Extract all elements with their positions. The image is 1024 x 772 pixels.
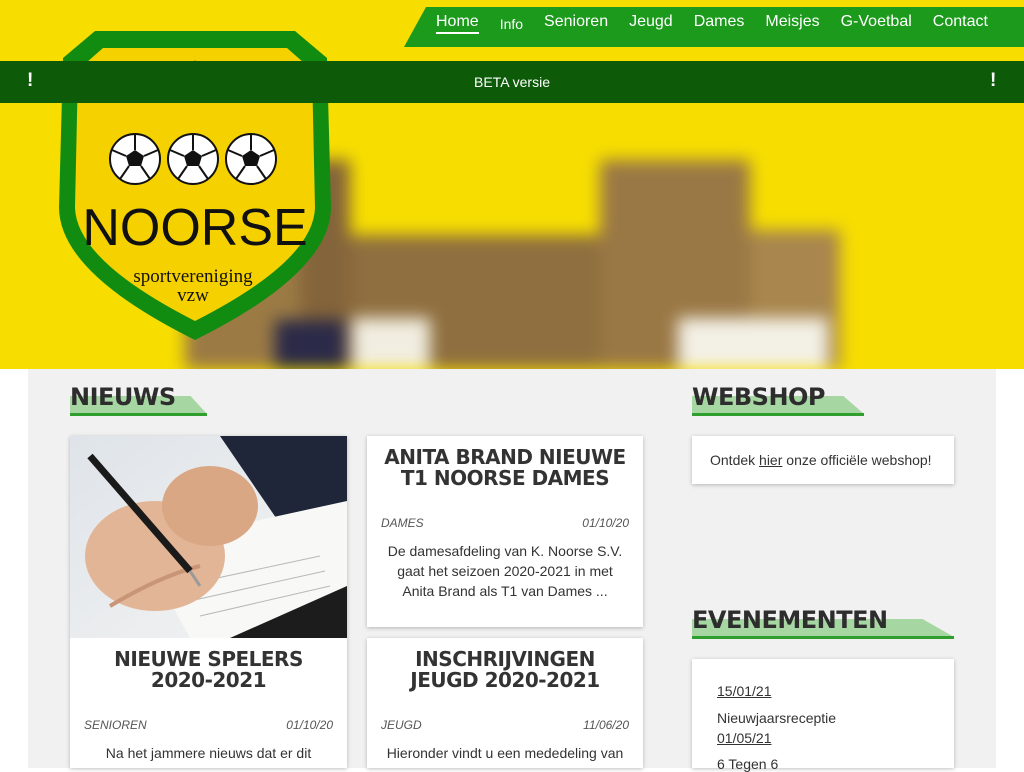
news-section-title: NIEUWS: [70, 383, 176, 411]
main-navigation: Home Info Senioren Jeugd Dames Meisjes G…: [404, 7, 1024, 47]
section-title-underline: [70, 413, 207, 416]
news-category: JEUGD: [381, 718, 422, 732]
news-category: SENIOREN: [84, 718, 147, 732]
news-date: 01/10/20: [286, 718, 333, 732]
nav-item-home[interactable]: Home: [436, 12, 479, 34]
webshop-card: Ontdek hier onze officiële webshop!: [692, 436, 954, 484]
exclamation-icon: !: [990, 70, 997, 91]
beta-banner: ! BETA versie !: [0, 61, 1024, 103]
section-title-underline: [692, 413, 864, 416]
section-title-underline: [692, 636, 954, 639]
webshop-section-title: WEBSHOP: [692, 383, 826, 411]
webshop-text-after: onze officiële webshop!: [782, 452, 932, 468]
event-date[interactable]: 15/01/21: [717, 683, 772, 699]
football-icon: [167, 133, 219, 185]
nav-item-meisjes[interactable]: Meisjes: [765, 12, 819, 34]
logo-title: NOORSE: [82, 199, 307, 257]
news-card[interactable]: NIEUWE SPELERS 2020-2021 SENIOREN 01/10/…: [70, 436, 347, 768]
news-excerpt: Na het jammere nieuws dat er dit: [105, 745, 312, 761]
football-icon: [109, 133, 161, 185]
news-excerpt: De damesafdeling van K. Noorse S.V. gaat…: [387, 543, 623, 599]
webshop-link[interactable]: hier: [759, 452, 782, 468]
webshop-text: Ontdek hier onze officiële webshop!: [710, 452, 932, 468]
news-date: 11/06/20: [583, 718, 629, 732]
nav-item-senioren[interactable]: Senioren: [544, 12, 608, 34]
news-meta: SENIOREN 01/10/20: [84, 718, 333, 732]
event-name: Nieuwjaarsreceptie: [717, 710, 837, 726]
nav-item-info[interactable]: Info: [500, 12, 523, 34]
news-title[interactable]: NIEUWE SPELERS 2020-2021: [82, 649, 335, 691]
logo-suffix: vzw: [177, 285, 209, 306]
news-category: DAMES: [381, 516, 424, 530]
news-title[interactable]: ANITA BRAND NIEUWE T1 NOORSE DAMES: [379, 447, 631, 489]
event-name: 6 Tegen 6: [717, 756, 779, 772]
nav-item-dames[interactable]: Dames: [694, 12, 745, 34]
nav-item-contact[interactable]: Contact: [933, 12, 988, 34]
news-date: 01/10/20: [582, 516, 629, 530]
news-card[interactable]: INSCHRIJVINGEN JEUGD 2020-2021 JEUGD 11/…: [367, 638, 643, 768]
news-excerpt: Hieronder vindt u een mededeling van: [386, 745, 624, 761]
news-meta: JEUGD 11/06/20: [381, 718, 629, 732]
webshop-text-before: Ontdek: [710, 452, 760, 468]
logo-subtitle: sportvereniging: [133, 266, 253, 287]
events-card: 15/01/21 Nieuwjaarsreceptie 01/05/21 6 T…: [692, 659, 954, 772]
football-icon: [225, 133, 277, 185]
news-meta: DAMES 01/10/20: [381, 516, 629, 530]
news-card[interactable]: ANITA BRAND NIEUWE T1 NOORSE DAMES DAMES…: [367, 436, 643, 627]
nav-item-jeugd[interactable]: Jeugd: [629, 12, 673, 34]
main-content: NIEUWS NIEUWE SPELERS 2020-2021 SENIOREN: [28, 369, 996, 772]
nav-item-g-voetbal[interactable]: G-Voetbal: [841, 12, 912, 34]
site-header: NOORSE sportvereniging vzw Home Info Sen…: [0, 0, 1024, 369]
events-section-title: EVENEMENTEN: [692, 606, 888, 634]
beta-banner-text: BETA versie: [474, 74, 550, 90]
news-title[interactable]: INSCHRIJVINGEN JEUGD 2020-2021: [379, 649, 631, 691]
news-image-signing: [70, 436, 347, 638]
event-date[interactable]: 01/05/21: [717, 730, 772, 746]
